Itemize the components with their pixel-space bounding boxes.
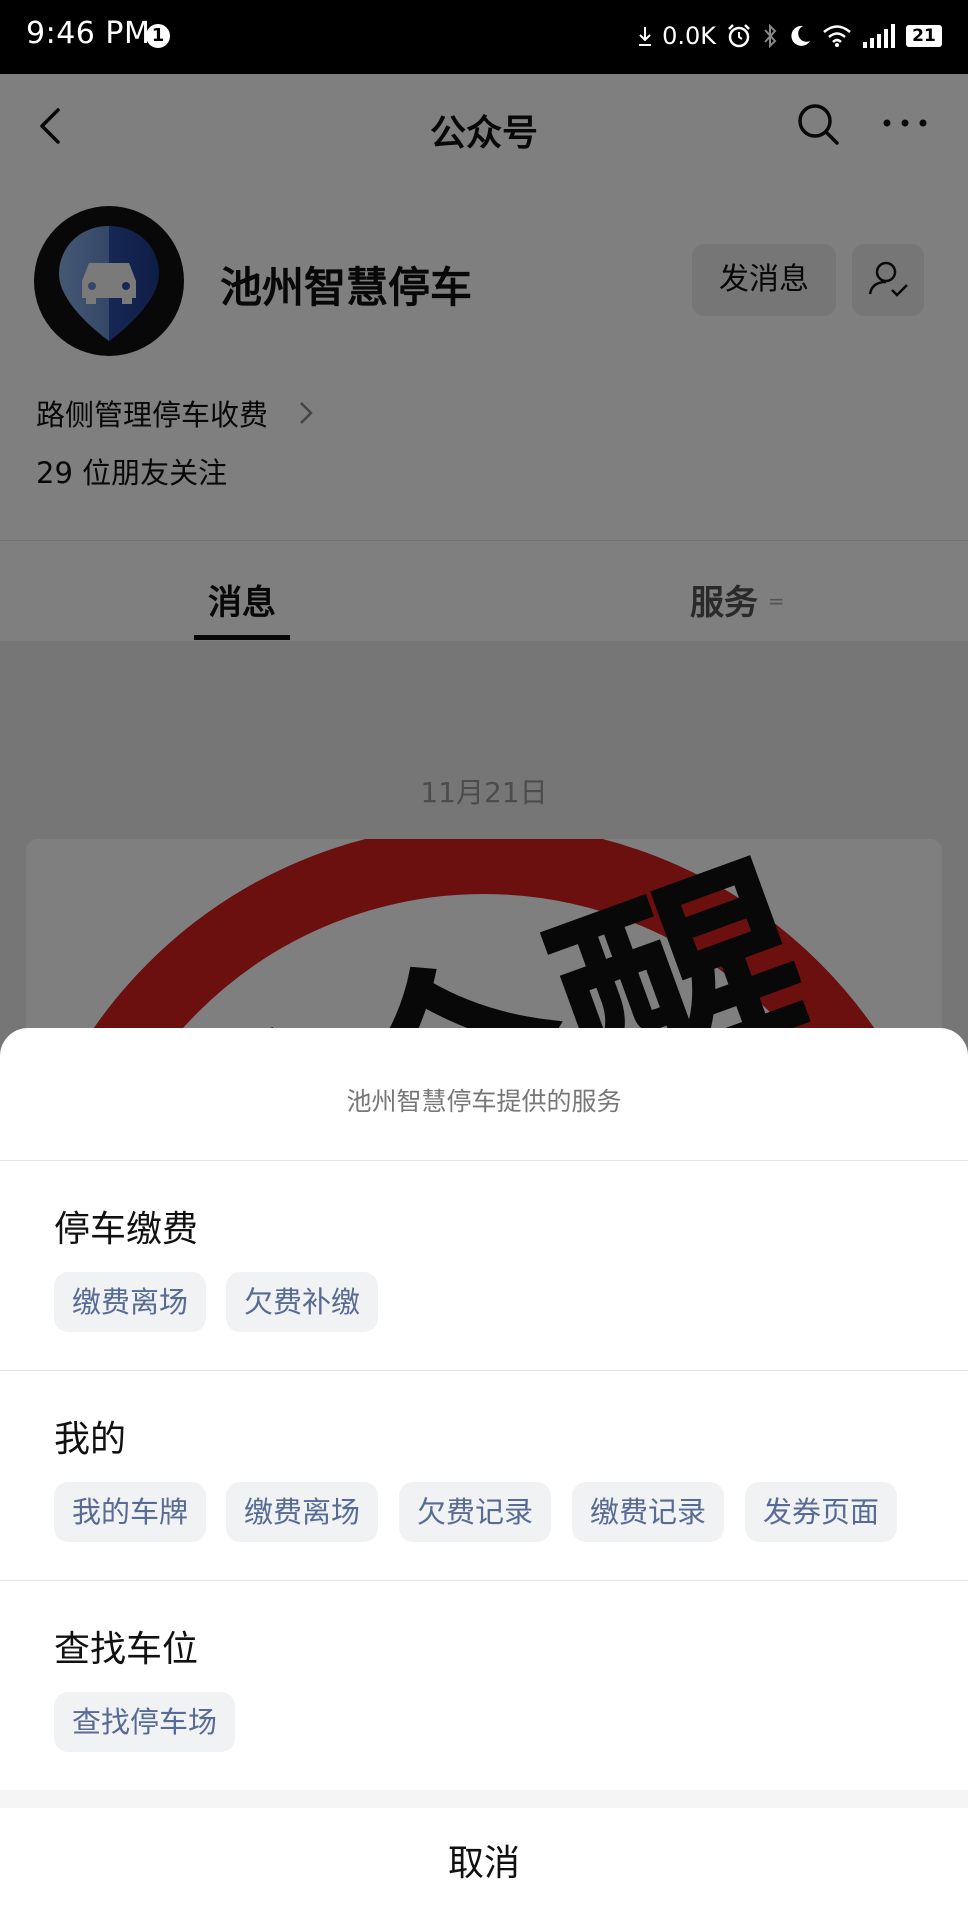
chip-pay-and-exit[interactable]: 缴费离场 (54, 1272, 207, 1332)
download-icon (639, 27, 652, 46)
chip-pay-and-exit-2[interactable]: 缴费离场 (226, 1482, 379, 1542)
status-icons: 0.0K 21 (638, 18, 942, 54)
notification-badge-icon: 1 (146, 24, 170, 48)
battery-icon: 21 (906, 25, 942, 47)
signal-icon (863, 24, 895, 48)
chip-arrears-records[interactable]: 欠费记录 (399, 1482, 552, 1542)
chip-arrears-payment[interactable]: 欠费补缴 (226, 1272, 379, 1332)
chip-coupon-page[interactable]: 发券页面 (745, 1482, 898, 1542)
sheet-separator (0, 1790, 968, 1808)
divider (0, 1370, 968, 1371)
cancel-button[interactable]: 取消 (0, 1808, 968, 1920)
net-speed: 0.0K (662, 22, 716, 50)
status-bar: 9:46 PM 1 0.0K 21 (0, 0, 968, 74)
moon-icon (791, 25, 810, 46)
divider (0, 1160, 968, 1161)
wifi-icon (823, 25, 851, 47)
section-title-find-spot: 查找车位 (54, 1629, 199, 1670)
services-sheet: 池州智慧停车提供的服务 停车缴费 缴费离场 欠费补缴 我的 我的车牌 缴费离场 … (0, 1028, 968, 1920)
chip-my-plates[interactable]: 我的车牌 (54, 1482, 207, 1542)
chip-find-parking-lot[interactable]: 查找停车场 (54, 1692, 236, 1752)
status-time: 9:46 PM (26, 16, 151, 51)
bluetooth-icon (764, 23, 777, 49)
sheet-title: 池州智慧停车提供的服务 (346, 1087, 622, 1116)
section-title-parking-payment: 停车缴费 (54, 1209, 199, 1250)
divider (0, 1580, 968, 1581)
chip-payment-records[interactable]: 缴费记录 (572, 1482, 725, 1542)
alarm-icon (728, 24, 750, 48)
section-title-mine: 我的 (54, 1419, 127, 1460)
